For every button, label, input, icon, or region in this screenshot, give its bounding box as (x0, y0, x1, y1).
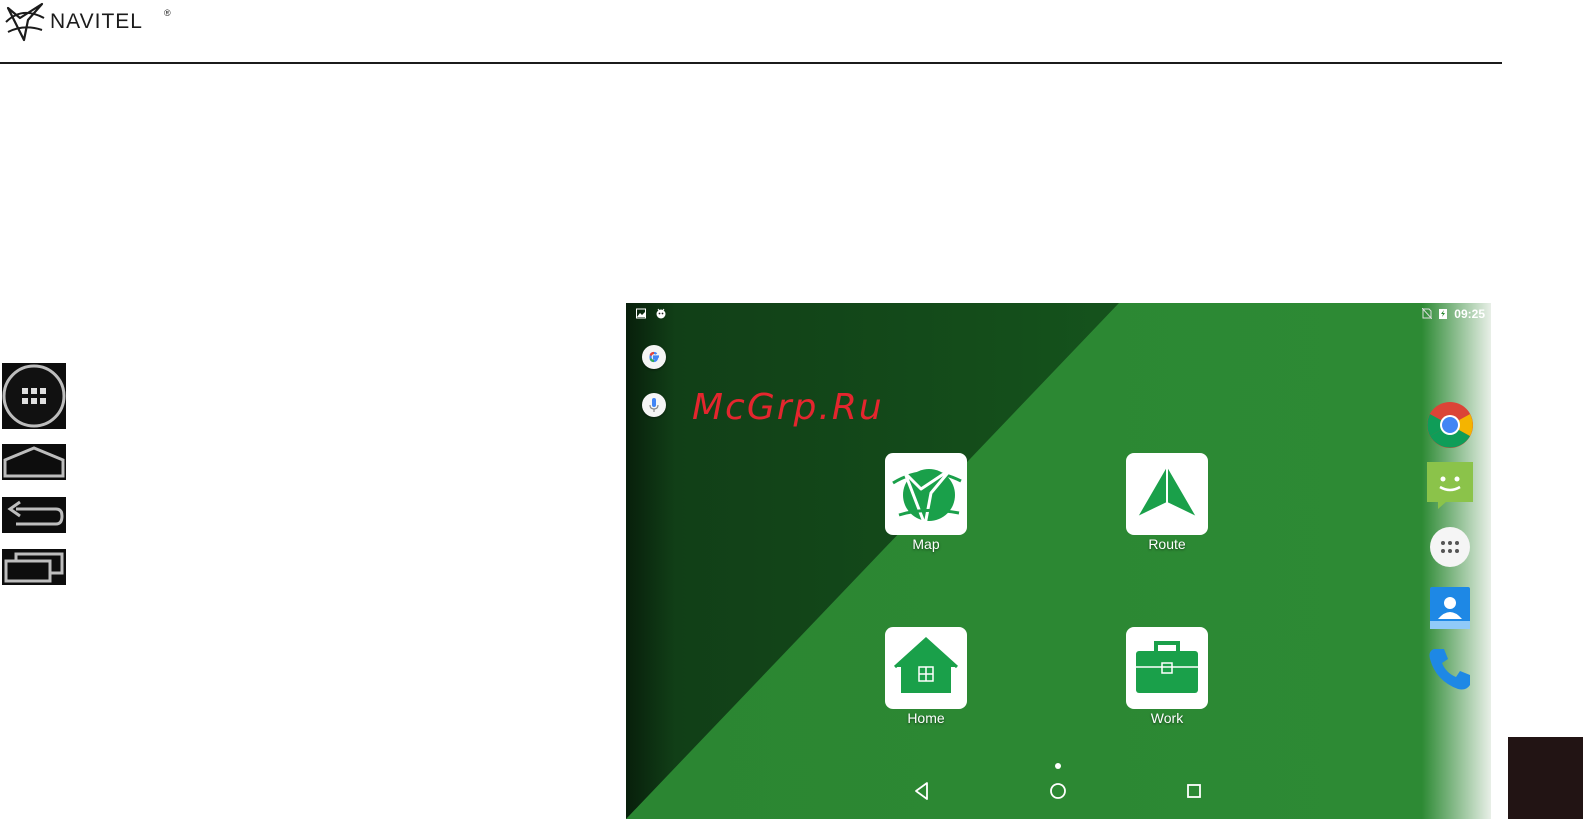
messaging-icon[interactable] (1426, 461, 1474, 509)
battery-charging-icon (1439, 309, 1447, 319)
google-search-icon[interactable] (642, 345, 666, 369)
recents-icon[interactable] (1182, 779, 1206, 803)
app-drawer-icon[interactable] (1426, 523, 1474, 571)
all-apps-icon (2, 363, 66, 429)
route-arrow-icon (1137, 467, 1197, 518)
app-home-label: Home (907, 710, 945, 726)
android-icon (656, 308, 666, 319)
watermark: McGrp.Ru (692, 387, 884, 428)
navitel-map-icon (892, 467, 962, 527)
app-work[interactable] (1126, 627, 1208, 709)
briefcase-icon (1136, 641, 1198, 693)
phone-icon[interactable] (1426, 645, 1474, 693)
app-work-label: Work (1150, 710, 1184, 726)
no-sim-icon (1422, 308, 1432, 319)
header-divider (0, 62, 1502, 64)
back-icon[interactable] (910, 779, 934, 803)
status-bar: 09:25 (626, 303, 1491, 325)
home-key-icon (2, 444, 66, 480)
app-map[interactable] (885, 453, 967, 535)
back-key-icon (2, 497, 66, 533)
app-route[interactable] (1126, 453, 1208, 535)
home-icon (893, 636, 959, 693)
navitel-emblem-icon (5, 2, 45, 42)
image-icon (636, 308, 646, 319)
recent-apps-key-icon (2, 549, 66, 585)
registered-mark: ® (164, 8, 171, 18)
page-indicator-dot (1055, 763, 1061, 769)
app-map-label: Map (912, 536, 940, 552)
home-circle-icon[interactable] (1046, 779, 1070, 803)
wallpaper (626, 303, 1491, 819)
chrome-icon[interactable] (1426, 401, 1474, 449)
brand-name: NAVITEL (50, 10, 143, 33)
status-time: 09:25 (1454, 307, 1485, 321)
device-home-screen: 09:25 McGrp.Ru Map Route Home Work (626, 303, 1491, 819)
page-corner-tab (1508, 737, 1583, 819)
app-route-label: Route (1148, 536, 1186, 552)
app-home[interactable] (885, 627, 967, 709)
microphone-icon[interactable] (642, 393, 666, 417)
contacts-icon[interactable] (1426, 585, 1474, 633)
navitel-logo: NAVITEL ® (0, 0, 190, 50)
